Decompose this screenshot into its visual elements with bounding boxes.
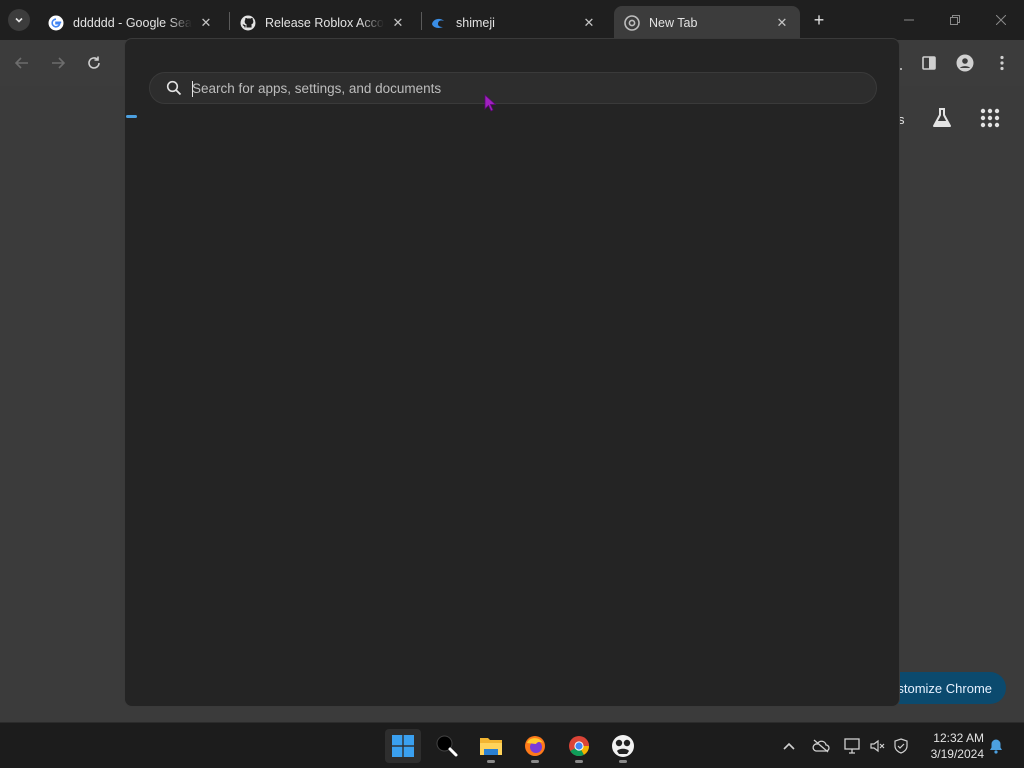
customize-chrome-label: stomize Chrome [897,680,992,696]
reload-button[interactable] [83,52,105,74]
flask-icon [933,108,951,127]
clock-date: 3/19/2024 [930,747,984,761]
system-clock[interactable]: 12:32 AM 3/19/2024 [918,730,984,762]
cloud-off-icon [812,739,830,753]
text-caret [192,81,193,97]
tab-search-button[interactable] [8,9,30,31]
close-window-button[interactable] [989,8,1013,32]
clock-time: 12:32 AM [933,731,984,745]
shield-icon [894,738,908,754]
close-tab-icon[interactable]: ✕ [198,15,214,31]
chrome-icon [569,736,590,757]
tab-github[interactable]: Release Roblox Account Manager ✕ [230,6,416,40]
arrow-left-icon [14,57,28,69]
bell-icon [990,739,1002,754]
tab-title: shimeji [456,16,495,30]
tray-network[interactable] [844,737,862,755]
profile-icon [956,54,974,72]
notifications-button[interactable] [987,737,1005,755]
google-icon [48,15,64,31]
more-vert-icon [1000,55,1004,71]
tray-volume[interactable] [869,737,887,755]
firefox-icon [525,736,545,756]
github-icon [240,15,256,31]
chevron-up-icon [783,742,795,750]
file-explorer-icon [480,738,502,755]
close-tab-icon[interactable]: ✕ [581,15,597,31]
taskbar-file-explorer[interactable] [473,729,509,763]
close-tab-icon[interactable]: ✕ [774,15,790,31]
restore-icon [950,15,960,25]
chevron-down-icon [15,17,23,23]
tab-new-tab[interactable]: New Tab ✕ [614,6,800,40]
windows-start-icon [392,735,414,757]
show-hidden-icons-button[interactable] [780,737,798,755]
forward-button[interactable] [47,52,69,74]
taskbar-chrome[interactable] [561,729,597,763]
loading-indicator [126,115,137,118]
minimize-button[interactable] [897,8,921,32]
chrome-icon [624,15,640,31]
running-indicator [531,760,539,763]
tab-title: dddddd - Google Search [73,16,192,30]
taskbar-pet-app[interactable] [605,729,641,763]
mouse-cursor-icon [484,94,497,112]
running-indicator [575,760,583,763]
start-button[interactable] [385,729,421,763]
arrow-right-icon [52,57,66,69]
screen: dddddd - Google Search ✕ Release Roblox … [0,0,1024,768]
start-search-box[interactable] [149,72,877,104]
back-button[interactable] [11,52,33,74]
profile-button[interactable] [954,52,976,74]
tab-strip: dddddd - Google Search ✕ Release Roblox … [0,0,1024,40]
plus-icon: + [813,9,825,30]
tray-security[interactable] [892,737,910,755]
running-indicator [487,760,495,763]
search-app-icon [436,735,458,757]
new-tab-button[interactable]: + [808,9,830,31]
apps-grid-icon [980,108,1000,128]
reload-icon [88,56,100,69]
taskbar: 12:32 AM 3/19/2024 [0,722,1024,768]
running-indicator [619,760,627,763]
minimize-icon [904,19,914,21]
start-search-input[interactable] [192,73,876,103]
network-icon [844,738,860,754]
taskbar-firefox[interactable] [517,729,553,763]
edge-app-icon [431,15,447,31]
restore-button[interactable] [943,8,967,32]
side-panel-button[interactable] [918,52,940,74]
google-apps-button[interactable] [978,106,1002,130]
tab-google-search[interactable]: dddddd - Google Search ✕ [38,6,224,40]
search-icon [166,80,182,96]
tab-title: Release Roblox Account Manager [265,16,384,30]
pet-app-icon [612,735,634,757]
close-icon [996,15,1006,25]
tab-shimeji[interactable]: shimeji ✕ [421,6,607,40]
start-search-panel [124,38,900,707]
menu-button[interactable] [991,52,1013,74]
close-tab-icon[interactable]: ✕ [390,15,406,31]
side-panel-icon [922,56,936,70]
labs-button[interactable] [930,106,954,130]
volume-muted-icon [870,739,885,753]
taskbar-search-button[interactable] [429,729,465,763]
tab-title: New Tab [649,16,698,30]
tray-onedrive[interactable] [812,737,830,755]
